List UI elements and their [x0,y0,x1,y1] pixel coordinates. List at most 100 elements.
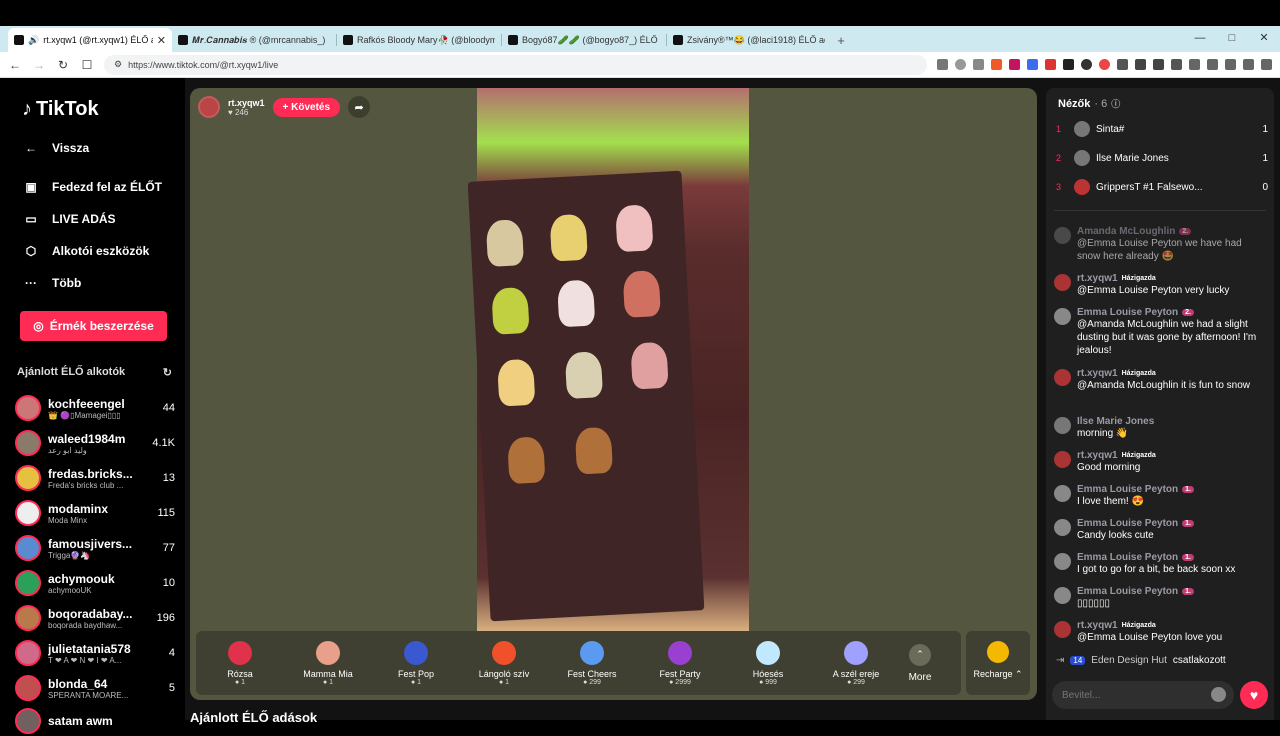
extension-icon[interactable] [1045,59,1056,70]
forward-nav-icon[interactable]: → [32,58,46,72]
extension-icon[interactable] [1099,59,1110,70]
video-figure [630,341,669,390]
avatar[interactable] [198,96,220,118]
back-nav-icon[interactable]: ← [8,58,22,72]
sidebar-item-explore-live[interactable]: ▣ Fedezd fel az ÉLŐT [24,180,162,194]
follow-button[interactable]: + Követés [272,97,341,117]
creator-item[interactable]: julietatania578 T ❤ A ❤ N ❤ I ❤ A... 4 [15,638,175,668]
share-icon[interactable] [973,59,984,70]
heart-like-button[interactable]: ♥ [1240,681,1268,709]
chat-user[interactable]: Emma Louise Peyton 1. [1077,518,1194,529]
extension-icon[interactable] [1081,59,1092,70]
gift-item[interactable]: Fest Cheers ● 299 [548,640,636,686]
refresh-icon[interactable]: ↻ [163,366,172,379]
tab-close-icon[interactable]: ✕ [157,34,166,47]
extension-icon[interactable] [1063,59,1074,70]
gift-price: ● 2999 [669,678,691,686]
sidebar-item-live-studio[interactable]: ▭ LIVE ADÁS [24,212,115,226]
host-name[interactable]: rt.xyqw1 [228,98,265,108]
chat-user[interactable]: Emma Louise Peyton 1. [1077,552,1235,563]
get-coins-button[interactable]: ◎ Érmék beszerzése [20,311,167,341]
creator-item[interactable]: modaminx Moda Minx 115 [15,498,175,528]
reload-icon[interactable]: ↻ [56,58,70,72]
chat-user[interactable]: rt.xyqw1 Házigazda [1077,273,1229,284]
chat-input[interactable] [1052,681,1234,709]
chat-user[interactable]: Emma Louise Peyton 1. [1077,484,1194,495]
share-icon[interactable]: ➦ [348,96,371,118]
gift-item[interactable]: Lángoló szív ● 1 [460,640,548,686]
creator-item[interactable]: famousjivers... Trigga🔮🦄 77 [15,533,175,563]
chat-panel: Nézők · 6 ⓘ 1 Sinta# 1 2 Ilse Marie Jone… [1046,88,1274,720]
creator-item[interactable]: boqoradabay... boqorada baydhaw... 196 [15,603,175,633]
extension-icon[interactable] [1135,59,1146,70]
browser-tab[interactable]: Rafkós Bloody Mary🥀 (@bloodyma [337,28,501,52]
browser-tab[interactable]: Zsivány®™😂 (@laci1918) ÉLŐ adá [667,28,831,52]
wallet-icon[interactable] [1207,59,1218,70]
creator-item[interactable]: fredas.bricks... Freda's bricks club ... … [15,463,175,493]
browser-tab[interactable]: 𝑴𝒓.𝑪𝒂𝒏𝒏𝒂𝒃𝒊𝒔 ® (@mrcannabis_) [172,28,336,52]
live-video[interactable] [467,88,749,631]
browser-tab[interactable]: 🔊 rt.xyqw1 (@rt.xyqw1) ÉLŐ adá ✕ [8,28,172,52]
download-icon[interactable] [1225,59,1236,70]
gift-item[interactable]: A szél ereje ● 299 [812,640,900,686]
chat-user[interactable]: rt.xyqw1 Házigazda [1077,450,1156,461]
music-icon[interactable] [1171,59,1182,70]
chat-user[interactable]: Emma Louise Peyton 2. [1077,307,1266,318]
joined-user[interactable]: Eden Design Hut [1091,655,1167,666]
recharge-button[interactable]: Recharge ⌃ [966,631,1030,695]
brave-shield-icon[interactable] [991,59,1002,70]
maximize-button[interactable]: □ [1216,26,1248,50]
zoom-icon[interactable] [955,59,966,70]
brave-rewards-icon[interactable] [1009,59,1020,70]
minimize-button[interactable]: — [1184,26,1216,50]
more-gifts-button[interactable]: ⌃ More [900,643,940,683]
chat-user[interactable]: Emma Louise Peyton 1. [1077,586,1194,597]
tiktok-logo[interactable]: ♪ TikTok [22,98,99,121]
avatar [1054,308,1071,325]
browser-tab[interactable]: Bogyó87🥒🥒 (@bogyo87_) ÉLŐ ad [502,28,666,52]
back-link[interactable]: ← Vissza [24,141,89,155]
puzzle-icon[interactable] [1117,59,1128,70]
gift-item[interactable]: Hóesés ● 999 [724,640,812,686]
snowfall-gift-icon [756,640,780,665]
chat-user[interactable]: rt.xyqw1 Házigazda [1077,620,1222,631]
chat-user[interactable]: Amanda McLoughlin 2. [1077,226,1266,237]
translate-icon[interactable] [1027,59,1038,70]
viewer-row[interactable]: 1 Sinta# 1 [1056,121,1268,137]
bookmark-icon[interactable]: ☐ [80,58,94,72]
live-player: rt.xyqw1 ♥ 246 + Követés ➦ Rózsa ● 1 Mam… [190,88,1037,700]
extension-icon[interactable] [937,59,948,70]
menu-icon[interactable] [1261,59,1272,70]
creator-item[interactable]: waleed1984m وليد ابو رعد 4.1K [15,428,175,458]
creator-item[interactable]: blonda_64 SPERANTA MOARE... 5 [15,673,175,703]
emoji-icon[interactable] [1211,687,1226,702]
viewer-row[interactable]: 2 Ilse Marie Jones 1 [1056,150,1268,166]
gift-item[interactable]: Mamma Mia ● 1 [284,640,372,686]
viewer-row[interactable]: 3 GrippersT #1 Falsewo... 0 [1056,179,1268,195]
creator-item[interactable]: achymoouk achymooUK 10 [15,568,175,598]
gift-item[interactable]: Fest Party ● 2999 [636,640,724,686]
close-window-button[interactable]: ✕ [1248,26,1280,50]
chat-user[interactable]: Ilse Marie Jones [1077,416,1154,427]
avatar [1054,621,1071,638]
host-badge: Házigazda [1121,622,1156,629]
gift-name: Fest Pop [397,668,435,679]
level-badge: 1. [1182,588,1194,595]
new-tab-button[interactable]: + [831,28,851,52]
vpn-icon[interactable] [1243,59,1254,70]
gift-price: ● 1 [322,678,334,686]
speaker-icon[interactable]: 🔊 [28,35,39,46]
site-info-icon[interactable]: ⚙ [114,59,122,70]
info-icon[interactable]: ⓘ [1111,97,1120,110]
url-field[interactable]: ⚙ https://www.tiktok.com/@rt.xyqw1/live [104,54,927,75]
chat-text: Good morning [1077,462,1141,473]
sidebar-item-more[interactable]: ··· Több [24,276,81,290]
creator-item[interactable]: kochfeeengel 👑 🟣▯Mamagei▯▯▯ 44 [15,393,175,423]
gift-item[interactable]: Fest Pop ● 1 [372,640,460,686]
gift-item[interactable]: Rózsa ● 1 [196,640,284,686]
extension-icon[interactable] [1153,59,1164,70]
chat-user[interactable]: rt.xyqw1 Házigazda [1077,368,1250,379]
sidebar-icon[interactable] [1189,59,1200,70]
sidebar-item-creator-tools[interactable]: ⬡ Alkotói eszközök [24,244,150,258]
creator-item[interactable]: satam awm [15,706,175,736]
